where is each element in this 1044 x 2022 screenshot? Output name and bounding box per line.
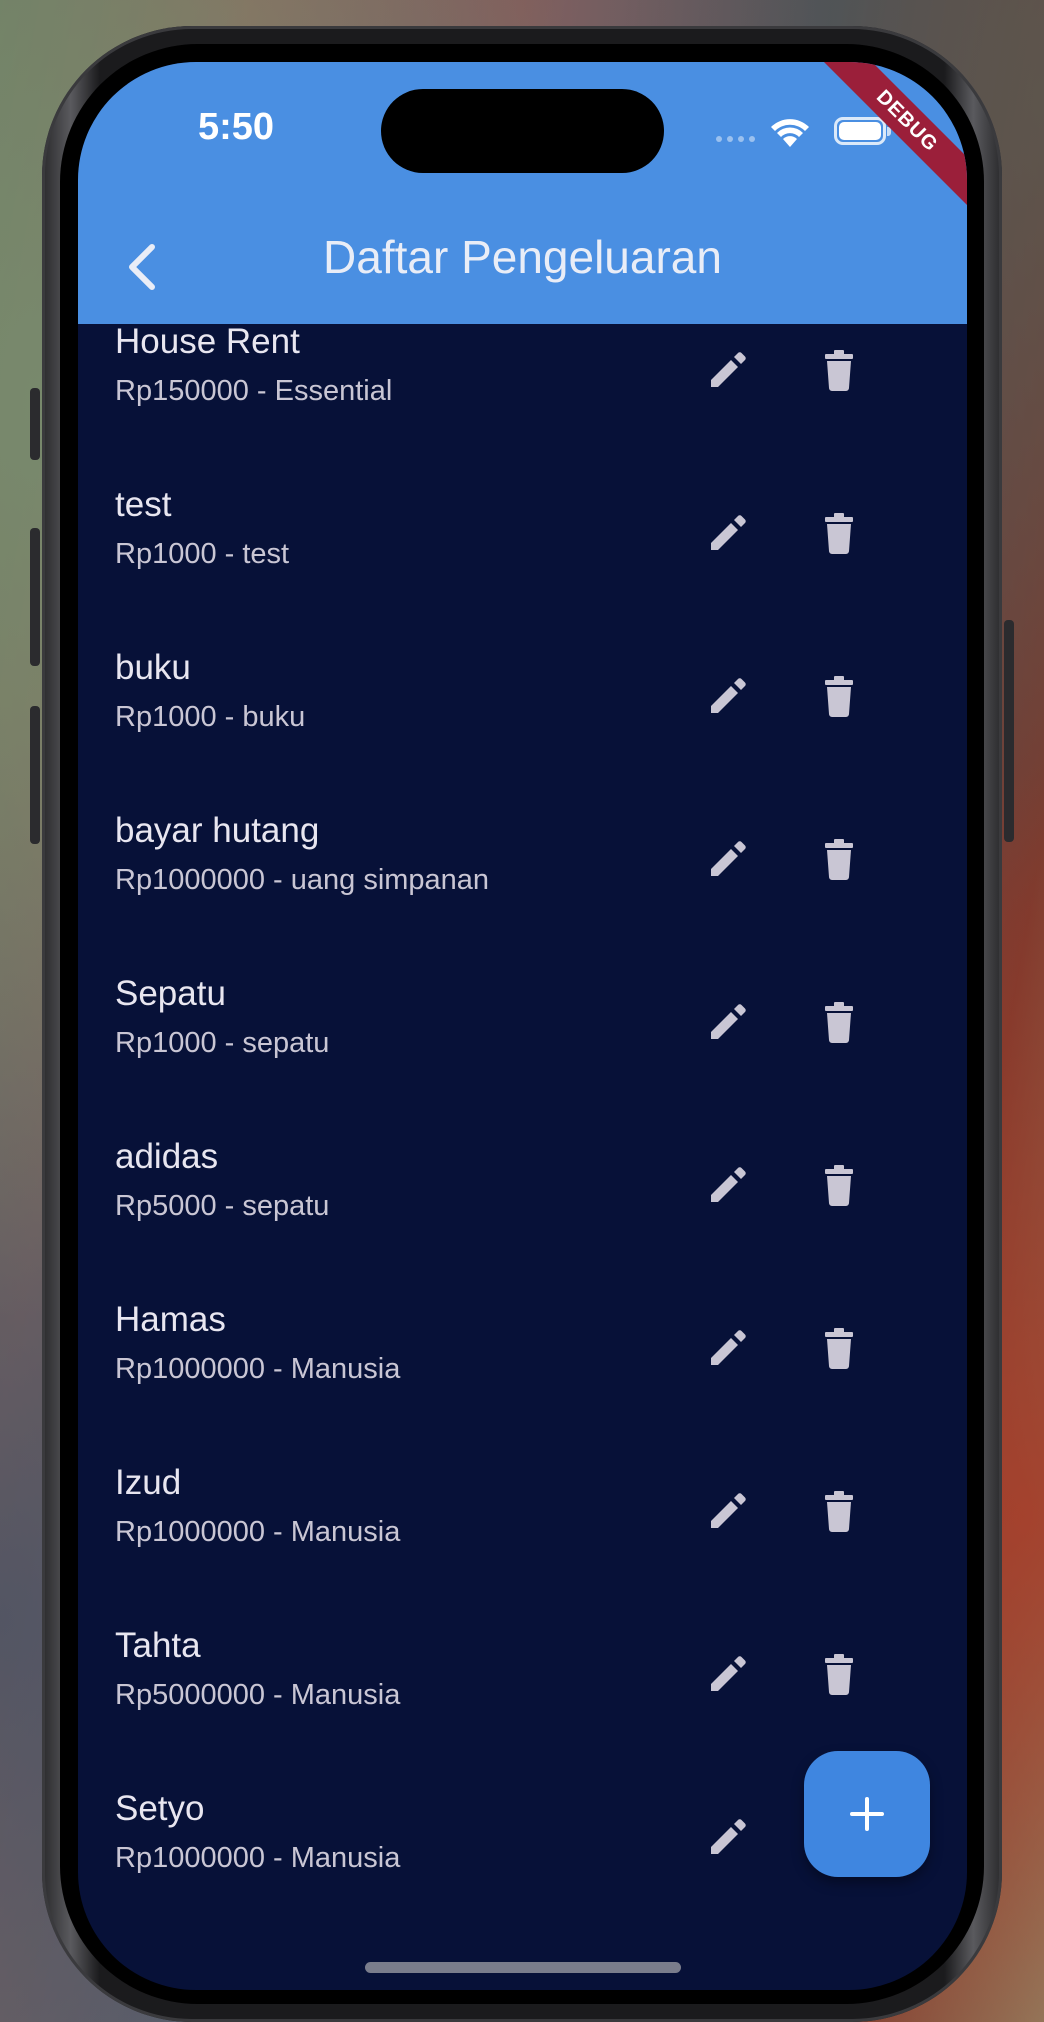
delete-button[interactable] (809, 1644, 869, 1704)
delete-button[interactable] (809, 1155, 869, 1215)
delete-button[interactable] (809, 340, 869, 400)
edit-button[interactable] (698, 1644, 758, 1704)
edit-button[interactable] (698, 1481, 758, 1541)
expense-name: Tahta (115, 1626, 201, 1665)
expense-detail: Rp5000 - sepatu (115, 1190, 330, 1222)
expense-detail: Rp1000000 - Manusia (115, 1516, 401, 1548)
power-button (1004, 620, 1014, 842)
trash-icon (825, 1165, 853, 1206)
expense-detail: Rp1000000 - Manusia (115, 1842, 401, 1874)
list-item[interactable]: Hamas Rp1000000 - Manusia (78, 1290, 967, 1453)
list-item[interactable]: test Rp1000 - test (78, 475, 967, 638)
trash-icon (825, 513, 853, 554)
edit-button[interactable] (698, 992, 758, 1052)
edit-button[interactable] (698, 829, 758, 889)
status-time: 5:50 (198, 106, 275, 148)
expense-detail: Rp1000 - buku (115, 701, 306, 733)
home-indicator (365, 1962, 681, 1973)
pencil-icon (711, 1493, 746, 1528)
list-item[interactable]: buku Rp1000 - buku (78, 638, 967, 801)
trash-icon (825, 350, 853, 391)
expense-name: House Rent (115, 322, 300, 361)
trash-icon (825, 1328, 853, 1369)
trash-icon (825, 1002, 853, 1043)
trash-icon (825, 1654, 853, 1695)
trash-icon (825, 1491, 853, 1532)
app-screen: House Rent Rp150000 - Essential test Rp1000… (78, 62, 967, 1990)
delete-button[interactable] (809, 666, 869, 726)
pencil-icon (711, 1330, 746, 1365)
pencil-icon (711, 352, 746, 387)
delete-button[interactable] (809, 503, 869, 563)
edit-button[interactable] (698, 340, 758, 400)
add-expense-button[interactable] (804, 1751, 930, 1877)
delete-button[interactable] (809, 1318, 869, 1378)
delete-button[interactable] (809, 829, 869, 889)
list-item[interactable]: Sepatu Rp1000 - sepatu (78, 964, 967, 1127)
pencil-icon (711, 1004, 746, 1039)
app-bar: 5:50 Daftar Pengeluaran (78, 62, 967, 324)
volume-up-button (30, 528, 40, 666)
expense-name: test (115, 485, 172, 524)
volume-down-button (30, 706, 40, 844)
edit-button[interactable] (698, 1318, 758, 1378)
pencil-icon (711, 1819, 746, 1854)
expense-detail: Rp1000000 - Manusia (115, 1353, 401, 1385)
expense-detail: Rp1000000 - uang simpanan (115, 864, 490, 896)
wifi-icon (771, 119, 809, 147)
action-button (30, 388, 40, 460)
list-item[interactable]: adidas Rp5000 - sepatu (78, 1127, 967, 1290)
signal-dots-icon (716, 136, 755, 142)
trash-icon (825, 676, 853, 717)
expense-name: buku (115, 648, 191, 687)
expense-name: adidas (115, 1137, 219, 1176)
edit-button[interactable] (698, 1807, 758, 1867)
dynamic-island (381, 89, 664, 173)
pencil-icon (711, 515, 746, 550)
expense-name: bayar hutang (115, 811, 320, 850)
battery-icon (834, 117, 891, 145)
pencil-icon (711, 1167, 746, 1202)
expense-detail: Rp1000 - test (115, 538, 290, 570)
trash-icon (825, 839, 853, 880)
expense-detail: Rp5000000 - Manusia (115, 1679, 401, 1711)
expense-name: Hamas (115, 1300, 226, 1339)
list-item[interactable]: Izud Rp1000000 - Manusia (78, 1453, 967, 1616)
plus-icon (850, 1797, 884, 1831)
expense-detail: Rp150000 - Essential (115, 375, 393, 407)
expense-name: Setyo (115, 1789, 205, 1828)
edit-button[interactable] (698, 503, 758, 563)
list-item[interactable]: bayar hutang Rp1000000 - uang simpanan (78, 801, 967, 964)
expense-name: Sepatu (115, 974, 226, 1013)
pencil-icon (711, 841, 746, 876)
expense-detail: Rp1000 - sepatu (115, 1027, 330, 1059)
page-title: Daftar Pengeluaran (323, 231, 722, 283)
pencil-icon (711, 1656, 746, 1691)
list-item[interactable]: House Rent Rp150000 - Essential (78, 312, 967, 475)
pencil-icon (711, 678, 746, 713)
expense-name: Izud (115, 1463, 182, 1502)
edit-button[interactable] (698, 1155, 758, 1215)
delete-button[interactable] (809, 992, 869, 1052)
edit-button[interactable] (698, 666, 758, 726)
delete-button[interactable] (809, 1481, 869, 1541)
